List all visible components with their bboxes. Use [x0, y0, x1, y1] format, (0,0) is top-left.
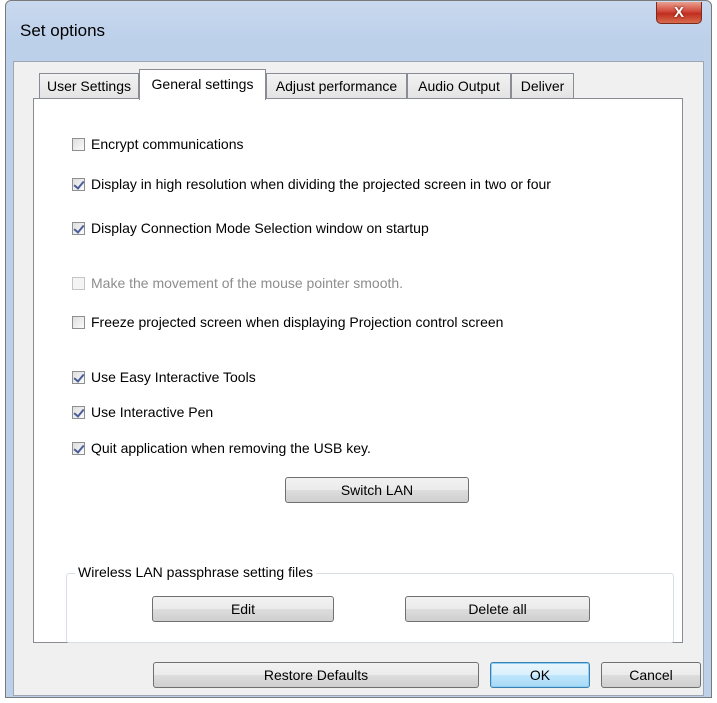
tab-user-settings[interactable]: User Settings — [39, 73, 139, 99]
ok-button[interactable]: OK — [490, 662, 590, 688]
connection-mode-window-checkbox[interactable] — [72, 221, 85, 235]
interactive-pen-checkbox[interactable] — [72, 405, 85, 419]
wireless-lan-passphrase-group: Wireless LAN passphrase setting files Ed… — [66, 564, 674, 643]
general-settings-panel: Encrypt communications Display in high r… — [33, 98, 683, 643]
freeze-projected-screen-checkbox[interactable] — [72, 315, 85, 329]
option-label: Make the movement of the mouse pointer s… — [91, 275, 404, 291]
interactive-pen-option[interactable]: Use Interactive Pen — [72, 404, 213, 420]
window-title: Set options — [20, 21, 106, 40]
edit-button[interactable]: Edit — [152, 596, 334, 622]
option-label: Display Connection Mode Selection window… — [91, 220, 429, 236]
easy-interactive-tools-checkbox[interactable] — [72, 370, 85, 384]
group-legend: Wireless LAN passphrase setting files — [75, 564, 316, 580]
option-label: Use Interactive Pen — [91, 404, 214, 420]
restore-defaults-button[interactable]: Restore Defaults — [153, 662, 479, 688]
option-label: Encrypt communications — [91, 136, 244, 152]
switch-lan-button[interactable]: Switch LAN — [285, 477, 469, 503]
option-label: Quit application when removing the USB k… — [91, 440, 371, 456]
option-label: Display in high resolution when dividing… — [91, 176, 551, 192]
high-resolution-checkbox[interactable] — [72, 177, 85, 191]
encrypt-communications-checkbox[interactable] — [72, 137, 85, 151]
delete-all-button[interactable]: Delete all — [405, 596, 590, 622]
option-label: Freeze projected screen when displaying … — [91, 314, 504, 330]
tab-audio-output[interactable]: Audio Output — [407, 73, 511, 99]
cancel-button[interactable]: Cancel — [601, 662, 701, 688]
close-icon: X — [673, 4, 684, 21]
freeze-projected-screen-option[interactable]: Freeze projected screen when displaying … — [72, 314, 503, 330]
title-bar[interactable]: Set options X — [6, 1, 711, 61]
tab-deliver[interactable]: Deliver — [511, 73, 574, 99]
connection-mode-window-option[interactable]: Display Connection Mode Selection window… — [72, 220, 429, 236]
tab-general-settings[interactable]: General settings — [139, 69, 266, 100]
option-label: Use Easy Interactive Tools — [91, 369, 256, 385]
quit-on-usb-removal-checkbox[interactable] — [72, 441, 85, 455]
close-button[interactable]: X — [656, 2, 702, 24]
easy-interactive-tools-option[interactable]: Use Easy Interactive Tools — [72, 369, 256, 385]
encrypt-communications-option[interactable]: Encrypt communications — [72, 136, 244, 152]
set-options-dialog: Set options X User Settings General sett… — [5, 0, 712, 698]
high-resolution-option[interactable]: Display in high resolution when dividing… — [72, 176, 551, 192]
dialog-client-area: User Settings General settings Adjust pe… — [13, 61, 704, 696]
smooth-mouse-pointer-checkbox — [72, 276, 85, 290]
smooth-mouse-pointer-option: Make the movement of the mouse pointer s… — [72, 275, 403, 291]
quit-on-usb-removal-option[interactable]: Quit application when removing the USB k… — [72, 440, 371, 456]
tab-adjust-performance[interactable]: Adjust performance — [266, 73, 407, 99]
